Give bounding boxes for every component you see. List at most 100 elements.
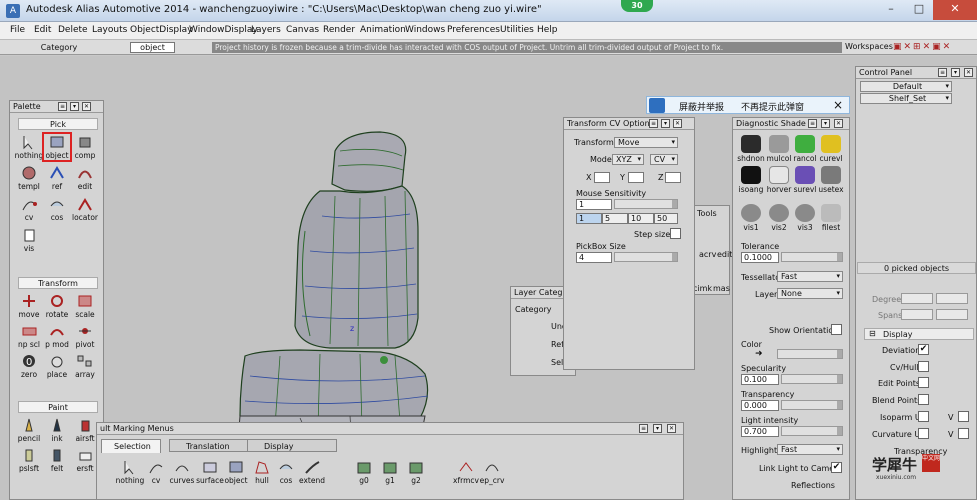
menu-windows[interactable]: Windows bbox=[405, 25, 445, 35]
shade-usetex[interactable]: usetex bbox=[817, 166, 845, 194]
tool-p-mod[interactable]: p mod bbox=[42, 323, 72, 349]
tool-cos[interactable]: cos bbox=[42, 196, 72, 222]
ds-menu-icon[interactable]: ≡ bbox=[808, 119, 817, 128]
x-field[interactable] bbox=[594, 172, 610, 183]
shelf-menu-icon[interactable]: ≡ bbox=[639, 424, 648, 433]
cp-collapse-icon[interactable]: ▾ bbox=[951, 68, 960, 77]
tool-array[interactable]: array bbox=[70, 353, 100, 379]
mouse-sensitivity-field[interactable]: 1 bbox=[576, 199, 612, 210]
notification-close-icon[interactable]: × bbox=[833, 98, 843, 112]
shade-surevl[interactable]: surevl bbox=[791, 166, 819, 194]
curvature-v-checkbox[interactable] bbox=[958, 428, 969, 439]
ds-collapse-icon[interactable]: ▾ bbox=[821, 119, 830, 128]
degree-field[interactable] bbox=[901, 293, 933, 304]
tcv-close-icon[interactable]: ✕ bbox=[673, 119, 682, 128]
degree-field-2[interactable] bbox=[936, 293, 968, 304]
close-window-button[interactable]: ✕ bbox=[933, 0, 977, 20]
shade-curevl[interactable]: curevl bbox=[817, 135, 845, 163]
transform-dropdown[interactable]: Move bbox=[614, 137, 678, 148]
tool-zero[interactable]: 0 zero bbox=[14, 353, 44, 379]
shelf-collapse-icon[interactable]: ▾ bbox=[653, 424, 662, 433]
display-section-header[interactable]: ⊟ Display bbox=[864, 328, 974, 340]
slider-thumb[interactable] bbox=[672, 253, 677, 261]
default-dropdown[interactable]: Default bbox=[860, 81, 952, 92]
shade-vis3[interactable]: vis3 bbox=[791, 204, 819, 232]
tool-felt[interactable]: felt bbox=[42, 447, 72, 473]
z-field[interactable] bbox=[665, 172, 681, 183]
step-1-button[interactable]: 1 bbox=[576, 213, 602, 224]
tools-item-acrv[interactable]: acrv bbox=[699, 250, 716, 259]
tools-item-mas[interactable]: mas bbox=[713, 284, 730, 293]
spans-field[interactable] bbox=[901, 309, 933, 320]
minimize-button[interactable]: – bbox=[877, 0, 905, 20]
tool-pslsft[interactable]: pslsft bbox=[14, 447, 44, 473]
tcv-menu-icon[interactable]: ≡ bbox=[649, 119, 658, 128]
palette-menu-icon[interactable]: ≡ bbox=[58, 102, 67, 111]
step-5-button[interactable]: 5 bbox=[602, 213, 628, 224]
tool-vis[interactable]: vis bbox=[14, 227, 44, 253]
edit-points-checkbox[interactable] bbox=[918, 377, 929, 388]
menu-utilities[interactable]: Utilities bbox=[500, 25, 534, 35]
palette-close-icon[interactable]: ✕ bbox=[82, 102, 91, 111]
cp-menu-icon[interactable]: ≡ bbox=[938, 68, 947, 77]
tool-nothing[interactable]: nothing bbox=[14, 134, 44, 160]
menu-edit[interactable]: Edit bbox=[34, 25, 51, 35]
mouse-sensitivity-slider[interactable] bbox=[614, 199, 678, 209]
light-intensity-slider[interactable] bbox=[781, 426, 843, 436]
menu-layouts[interactable]: Layouts bbox=[92, 25, 127, 35]
tool-templ[interactable]: templ bbox=[14, 165, 44, 191]
blend-points-checkbox[interactable] bbox=[918, 394, 929, 405]
workspaces-button[interactable]: Workspaces bbox=[845, 42, 893, 51]
shade-mulcol[interactable]: mulcol bbox=[765, 135, 793, 163]
shade-vis2[interactable]: vis2 bbox=[765, 204, 793, 232]
slider-thumb[interactable] bbox=[837, 427, 842, 435]
menu-file[interactable]: File bbox=[10, 25, 25, 35]
shade-filest[interactable]: filest bbox=[817, 204, 845, 232]
tools-item-cimk[interactable]: cimk bbox=[693, 284, 712, 293]
step-10-button[interactable]: 10 bbox=[628, 213, 654, 224]
isoparm-u-checkbox[interactable] bbox=[918, 411, 929, 422]
menu-layers[interactable]: Layers bbox=[251, 25, 281, 35]
y-field[interactable] bbox=[628, 172, 644, 183]
transparency-field[interactable]: 0.000 bbox=[741, 400, 779, 411]
tool-ink[interactable]: ink bbox=[42, 417, 72, 443]
layer-dropdown[interactable]: None bbox=[777, 288, 843, 299]
shelf-tool-g2[interactable]: g2 bbox=[401, 459, 431, 485]
isoparm-v-checkbox[interactable] bbox=[958, 411, 969, 422]
slider-thumb[interactable] bbox=[837, 253, 842, 261]
tools-item-edit[interactable]: edit bbox=[717, 250, 732, 259]
shelf-set-dropdown[interactable]: Shelf_Set bbox=[860, 93, 952, 104]
pick-section-header[interactable]: Pick bbox=[18, 118, 98, 130]
tool-pivot[interactable]: pivot bbox=[70, 323, 100, 349]
tool-np-scl[interactable]: np scl bbox=[14, 323, 44, 349]
shade-isoang[interactable]: isoang bbox=[737, 166, 765, 194]
maximize-button[interactable]: □ bbox=[905, 0, 933, 20]
pickbox-size-slider[interactable] bbox=[614, 252, 678, 262]
shelf-close-icon[interactable]: ✕ bbox=[667, 424, 676, 433]
link-light-checkbox[interactable]: ✔ bbox=[831, 462, 842, 473]
step-size-checkbox[interactable] bbox=[670, 228, 681, 239]
tool-ref[interactable]: ref bbox=[42, 165, 72, 191]
tool-locator[interactable]: locator bbox=[70, 196, 100, 222]
tab-translation[interactable]: Translation bbox=[169, 439, 249, 452]
menu-windowdisplay[interactable]: WindowDisplay bbox=[189, 25, 258, 35]
tcv-collapse-icon[interactable]: ▾ bbox=[661, 119, 670, 128]
menu-delete[interactable]: Delete bbox=[58, 25, 88, 35]
category-selector[interactable]: Category bbox=[20, 42, 98, 53]
highlights-dropdown[interactable]: Fast bbox=[777, 444, 843, 455]
tool-move[interactable]: move bbox=[14, 293, 44, 319]
tessellator-dropdown[interactable]: Fast bbox=[777, 271, 843, 282]
menu-objectdisplay[interactable]: ObjectDisplay bbox=[130, 25, 193, 35]
pickbox-size-field[interactable]: 4 bbox=[576, 252, 612, 263]
tool-pencil[interactable]: pencil bbox=[14, 417, 44, 443]
slider-thumb[interactable] bbox=[837, 350, 842, 358]
tool-object[interactable]: object bbox=[42, 132, 72, 162]
shade-horver[interactable]: horver bbox=[765, 166, 793, 194]
transform-section-header[interactable]: Transform bbox=[18, 277, 98, 289]
menu-animation[interactable]: Animation bbox=[360, 25, 406, 35]
object-field[interactable]: object bbox=[130, 42, 175, 53]
menu-canvas[interactable]: Canvas bbox=[286, 25, 319, 35]
tool-cv[interactable]: cv bbox=[14, 196, 44, 222]
mode2-dropdown[interactable]: CV bbox=[650, 154, 678, 165]
slider-thumb[interactable] bbox=[837, 375, 842, 383]
